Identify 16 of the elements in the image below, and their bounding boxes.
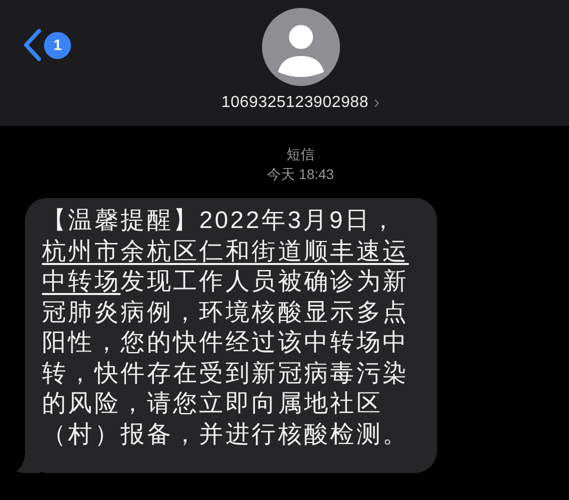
back-icon[interactable] (22, 28, 42, 62)
message-timestamp: 今天 18:43 (267, 166, 334, 184)
message-text: 发现工作人员被确诊为新 (120, 268, 409, 295)
message-text: 的风险，请您立即向属地社区 (42, 390, 383, 417)
message-text: （村）报备，并进行核酸检测。 (42, 420, 409, 448)
message-text: 转，快件存在受到新冠病毒污染 (42, 360, 409, 386)
service-label: 短信 (286, 146, 314, 164)
chevron-icon: › (374, 92, 380, 113)
avatar-icon[interactable] (262, 8, 340, 86)
address-link[interactable]: 中转场 (42, 268, 121, 295)
message-text: 阳性，您的快件经过该中转场中 (42, 329, 409, 356)
message-text: 【温馨提醒】2022年3月9日， (42, 207, 398, 234)
contact-number[interactable]: 1069325123902988 (221, 94, 369, 112)
message-text: 冠肺炎病例，环境核酸显示多点 (42, 298, 409, 326)
address-link[interactable]: 杭州市余杭区仁和街道顺丰速运 (42, 238, 409, 264)
unread-badge: 1 (44, 32, 71, 58)
